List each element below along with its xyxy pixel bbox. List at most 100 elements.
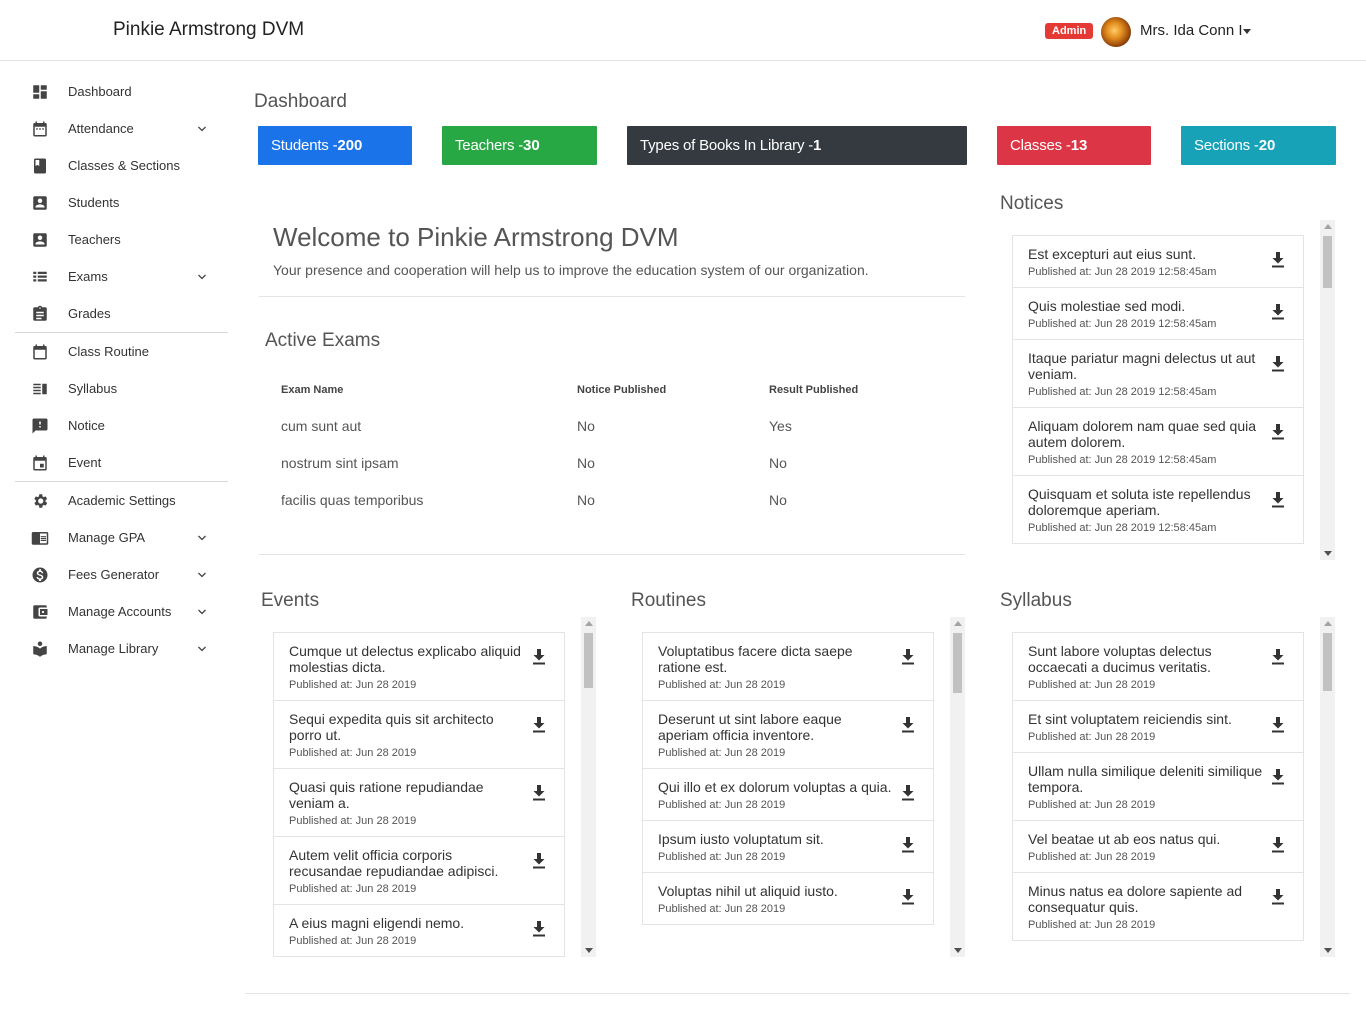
sidebar-item-classes-sections[interactable]: Classes & Sections <box>15 147 228 184</box>
download-icon[interactable] <box>901 837 915 853</box>
sidebar-item-notice[interactable]: Notice <box>15 407 228 444</box>
sidebar-item-students[interactable]: Students <box>15 184 228 221</box>
download-icon[interactable] <box>1271 717 1285 733</box>
sidebar-item-academic-settings[interactable]: Academic Settings <box>15 482 228 519</box>
welcome-subtitle: Your presence and cooperation will help … <box>273 262 869 278</box>
notices-scrollbar[interactable] <box>1320 220 1335 560</box>
stat-students-button[interactable]: Students - 200 <box>258 126 412 165</box>
download-icon[interactable] <box>532 921 546 937</box>
chevron-down-icon[interactable] <box>196 642 208 654</box>
brand-title[interactable]: Pinkie Armstrong DVM <box>113 19 304 41</box>
syllabus-scrollbar[interactable] <box>1320 617 1335 957</box>
item-published-date: Published at: Jun 28 2019 <box>658 747 786 759</box>
chevron-down-icon[interactable] <box>196 270 208 282</box>
stat-teachers-button[interactable]: Teachers - 30 <box>442 126 597 165</box>
user-menu-toggle[interactable]: Mrs. Ida Conn I <box>1140 22 1243 39</box>
item-title: Autem velit officia corporis recusandae … <box>289 847 499 879</box>
sidebar-item-manage-accounts[interactable]: Manage Accounts <box>15 593 228 630</box>
sidebar-item-grades[interactable]: Grades <box>15 295 228 332</box>
footer-divider <box>245 993 1350 994</box>
scroll-thumb[interactable] <box>1323 236 1332 288</box>
download-icon[interactable] <box>901 717 915 733</box>
sidebar-item-teachers[interactable]: Teachers <box>15 221 228 258</box>
clipboard-icon <box>31 305 49 323</box>
events-list: Cumque ut delectus explicabo aliquid mol… <box>273 632 565 957</box>
scroll-up-icon[interactable] <box>585 621 593 626</box>
scroll-thumb[interactable] <box>1323 633 1332 691</box>
list-item: Cumque ut delectus explicabo aliquid mol… <box>273 632 565 701</box>
sidebar-item-syllabus[interactable]: Syllabus <box>15 370 228 407</box>
routines-scrollbar[interactable] <box>950 617 965 957</box>
scroll-thumb[interactable] <box>584 633 593 688</box>
sidebar-item-dashboard[interactable]: Dashboard <box>15 73 228 110</box>
list-item: Quisquam et soluta iste repellendus dolo… <box>1012 476 1304 544</box>
sidebar-item-class-routine[interactable]: Class Routine <box>15 333 228 370</box>
sidebar-item-label: Dashboard <box>68 84 132 99</box>
item-published-date: Published at: Jun 28 2019 <box>289 815 417 827</box>
download-icon[interactable] <box>532 649 546 665</box>
events-scrollbar[interactable] <box>581 617 596 957</box>
download-icon[interactable] <box>1271 492 1285 508</box>
sidebar-item-exams[interactable]: Exams <box>15 258 228 295</box>
item-title: Qui illo et ex dolorum voluptas a quia. <box>658 779 892 795</box>
scroll-thumb[interactable] <box>953 633 962 693</box>
stat-library-books-button[interactable]: Types of Books In Library - 1 <box>627 126 967 165</box>
wallet-icon <box>31 603 49 621</box>
chrome-reader-icon <box>31 529 49 547</box>
download-icon[interactable] <box>532 717 546 733</box>
item-published-date: Published at: Jun 28 2019 <box>658 679 786 691</box>
download-icon[interactable] <box>1271 252 1285 268</box>
download-icon[interactable] <box>901 785 915 801</box>
download-icon[interactable] <box>1271 769 1285 785</box>
chevron-down-icon[interactable] <box>196 568 208 580</box>
download-icon[interactable] <box>1271 889 1285 905</box>
notice-published-cell: No <box>577 418 595 434</box>
download-icon[interactable] <box>532 785 546 801</box>
user-avatar[interactable] <box>1101 17 1131 47</box>
list-item: Vel beatae ut ab eos natus qui. Published… <box>1012 821 1304 873</box>
item-title: Vel beatae ut ab eos natus qui. <box>1028 831 1221 847</box>
scroll-down-icon[interactable] <box>1324 948 1332 953</box>
sidebar-item-label: Grades <box>68 306 111 321</box>
item-title: Ullam nulla similique deleniti similique… <box>1028 763 1263 795</box>
download-icon[interactable] <box>532 853 546 869</box>
chevron-down-icon[interactable] <box>196 531 208 543</box>
list-item: Sequi expedita quis sit architecto porro… <box>273 701 565 769</box>
result-published-cell: Yes <box>769 418 792 434</box>
chevron-down-icon[interactable] <box>196 605 208 617</box>
result-published-cell: No <box>769 455 787 471</box>
download-icon[interactable] <box>901 889 915 905</box>
scroll-up-icon[interactable] <box>1324 224 1332 229</box>
sidebar-item-fees-generator[interactable]: Fees Generator <box>15 556 228 593</box>
chevron-down-icon[interactable] <box>196 122 208 134</box>
scroll-up-icon[interactable] <box>1324 621 1332 626</box>
stat-classes-button[interactable]: Classes - 13 <box>997 126 1151 165</box>
scroll-up-icon[interactable] <box>954 621 962 626</box>
sidebar-item-label: Students <box>68 195 120 210</box>
download-icon[interactable] <box>1271 304 1285 320</box>
download-icon[interactable] <box>1271 424 1285 440</box>
download-icon[interactable] <box>1271 649 1285 665</box>
download-icon[interactable] <box>901 649 915 665</box>
sidebar-item-label: Notice <box>68 418 105 433</box>
contact-card-icon <box>31 194 49 212</box>
download-icon[interactable] <box>1271 356 1285 372</box>
sidebar-item-manage-gpa[interactable]: Manage GPA <box>15 519 228 556</box>
column-header: Exam Name <box>281 384 344 396</box>
scroll-down-icon[interactable] <box>954 948 962 953</box>
scroll-down-icon[interactable] <box>585 948 593 953</box>
list-item: Aliquam dolorem nam quae sed quia autem … <box>1012 408 1304 476</box>
list-item: Voluptas nihil ut aliquid iusto. Publishe… <box>642 873 934 925</box>
scroll-down-icon[interactable] <box>1324 551 1332 556</box>
book-icon <box>31 157 49 175</box>
item-title: A eius magni eligendi nemo. <box>289 915 465 931</box>
sidebar-item-manage-library[interactable]: Manage Library <box>15 630 228 667</box>
sidebar-item-event[interactable]: Event <box>15 444 228 481</box>
caret-down-icon[interactable] <box>1243 29 1251 34</box>
sidebar-item-attendance[interactable]: Attendance <box>15 110 228 147</box>
list-item: Deserunt ut sint labore eaque aperiam of… <box>642 701 934 769</box>
download-icon[interactable] <box>1271 837 1285 853</box>
stat-sections-button[interactable]: Sections - 20 <box>1181 126 1336 165</box>
event-icon <box>31 454 49 472</box>
item-title: Ipsum iusto voluptatum sit. <box>658 831 824 847</box>
